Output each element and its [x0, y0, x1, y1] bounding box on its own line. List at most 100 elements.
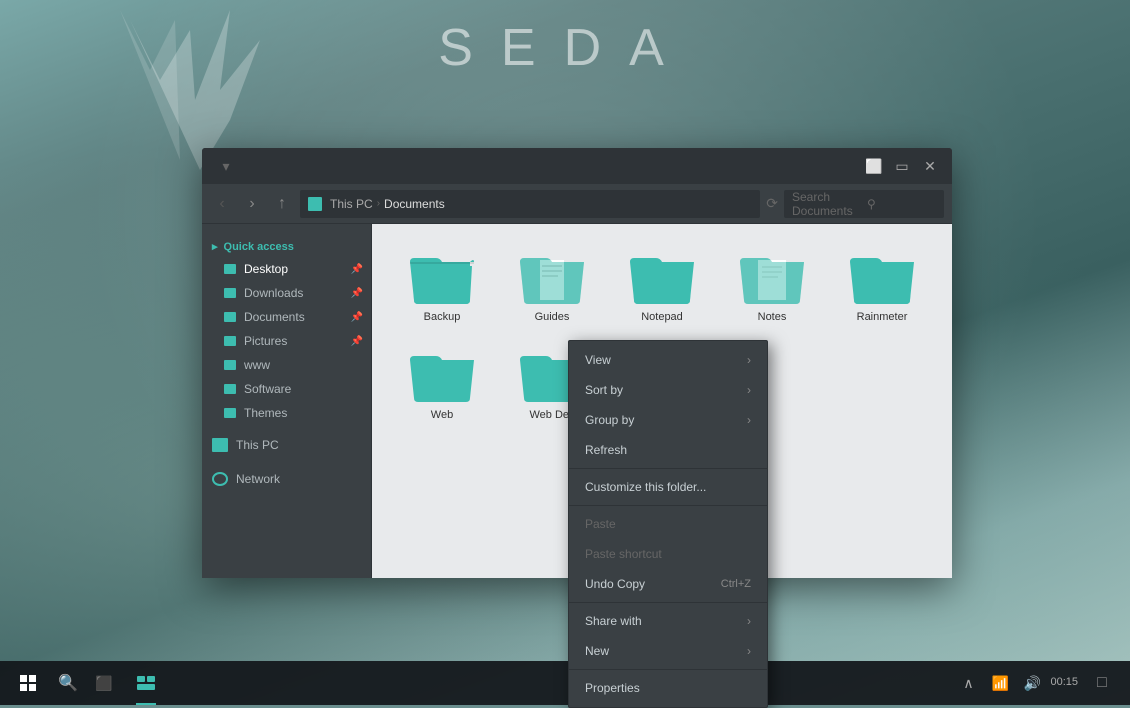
sidebar-network-icon	[212, 472, 228, 486]
maximize-button[interactable]: ⬜	[860, 152, 888, 180]
taskbar-apps	[122, 661, 954, 705]
ctx-view-arrow: ›	[747, 353, 751, 367]
folder-notes[interactable]: Notes	[722, 244, 822, 332]
breadcrumb-documents[interactable]: Documents	[384, 197, 445, 211]
tray-show-hidden[interactable]: ∧	[954, 661, 982, 705]
search-bar[interactable]: Search Documents ⚲	[784, 190, 944, 218]
folder-label-notes: Notes	[758, 310, 787, 324]
sidebar-item-thispc[interactable]: This PC	[202, 431, 371, 459]
sidebar-pin-downloads: 📌	[351, 288, 363, 299]
folder-guides[interactable]: Guides	[502, 244, 602, 332]
folder-web[interactable]: Web	[392, 342, 492, 445]
taskbar-taskview-button[interactable]: ⬛	[86, 661, 122, 705]
sidebar-folder-icon-software	[224, 384, 236, 394]
ctx-groupby-label: Group by	[585, 413, 634, 427]
ctx-sortby[interactable]: Sort by ›	[569, 375, 767, 405]
title-bar: ▾ ⬜ ▭ ✕	[202, 148, 952, 184]
ctx-customize-label: Customize this folder...	[585, 480, 706, 494]
ctx-share-with[interactable]: Share with ›	[569, 606, 767, 636]
ctx-undo-copy-shortcut: Ctrl+Z	[721, 578, 751, 590]
tray-time-value: 00:15	[1050, 675, 1078, 690]
folder-notepad[interactable]: Notepad	[612, 244, 712, 332]
ctx-properties[interactable]: Properties	[569, 673, 767, 703]
ctx-customize[interactable]: Customize this folder...	[569, 472, 767, 502]
tray-notification-button[interactable]: □	[1088, 661, 1116, 705]
ctx-new-arrow: ›	[747, 644, 751, 658]
back-button[interactable]: ‹	[210, 192, 234, 216]
ctx-properties-label: Properties	[585, 681, 640, 695]
title-bar-chevron: ▾	[214, 154, 238, 178]
folder-icon-web	[410, 350, 474, 402]
folder-label-web: Web	[431, 408, 453, 422]
ctx-new-label: New	[585, 644, 609, 658]
sidebar-item-network[interactable]: Network	[202, 465, 371, 493]
start-button[interactable]	[6, 661, 50, 705]
search-icon: ⚲	[867, 197, 936, 211]
ctx-groupby[interactable]: Group by ›	[569, 405, 767, 435]
sidebar-label-pictures: Pictures	[244, 334, 287, 348]
start-icon	[20, 675, 36, 691]
ctx-view[interactable]: View ›	[569, 345, 767, 375]
sidebar-item-downloads[interactable]: Downloads 📌	[202, 281, 371, 305]
context-menu: View › Sort by › Group by › Refresh Cust…	[568, 340, 768, 708]
ctx-divider-1	[569, 468, 767, 469]
sidebar-item-www[interactable]: www	[202, 353, 371, 377]
breadcrumb[interactable]: This PC › Documents	[300, 190, 760, 218]
taskbar-app-explorer[interactable]	[126, 661, 166, 705]
up-button[interactable]: ↑	[270, 192, 294, 216]
folder-icon-guides	[520, 252, 584, 304]
ctx-new[interactable]: New ›	[569, 636, 767, 666]
taskbar-tray: ∧ 📶 🔊 00:15 □	[954, 661, 1124, 705]
sidebar-item-desktop[interactable]: Desktop 📌	[202, 257, 371, 281]
restore-button[interactable]: ▭	[888, 152, 916, 180]
sidebar-label-www: www	[244, 358, 270, 372]
sidebar-item-software[interactable]: Software	[202, 377, 371, 401]
ctx-share-with-arrow: ›	[747, 614, 751, 628]
sidebar-label-desktop: Desktop	[244, 262, 288, 276]
ctx-view-label: View	[585, 353, 611, 367]
forward-button[interactable]: ›	[240, 192, 264, 216]
sidebar-pin-documents: 📌	[351, 312, 363, 323]
folder-label-notepad: Notepad	[641, 310, 683, 324]
ctx-paste-shortcut[interactable]: Paste shortcut	[569, 539, 767, 569]
tray-volume[interactable]: 🔊	[1018, 661, 1046, 705]
sidebar-item-themes[interactable]: Themes	[202, 401, 371, 425]
close-button[interactable]: ✕	[916, 152, 944, 180]
breadcrumb-folder-icon	[308, 197, 322, 211]
ctx-refresh-label: Refresh	[585, 443, 627, 457]
tray-network[interactable]: 📶	[986, 661, 1014, 705]
folder-rainmeter[interactable]: Rainmeter	[832, 244, 932, 332]
sidebar-thispc-icon	[212, 438, 228, 452]
folder-label-rainmeter: Rainmeter	[857, 310, 908, 324]
ctx-divider-2	[569, 505, 767, 506]
folder-label-backup: Backup	[424, 310, 461, 324]
address-refresh-icon[interactable]: ⟳	[766, 195, 778, 212]
ctx-undo-copy-label: Undo Copy	[585, 577, 645, 591]
sidebar-folder-icon-www	[224, 360, 236, 370]
sidebar-quick-access-chevron: ▸	[212, 240, 218, 253]
ctx-undo-copy[interactable]: Undo Copy Ctrl+Z	[569, 569, 767, 599]
breadcrumb-thispc[interactable]: This PC	[330, 197, 373, 211]
ctx-divider-4	[569, 669, 767, 670]
sidebar-thispc-label: This PC	[236, 438, 279, 452]
sidebar-label-software: Software	[244, 382, 291, 396]
sidebar-quick-access-section: ▸ Quick access Desktop 📌 Downloads 📌 Doc…	[202, 236, 371, 425]
ctx-share-with-label: Share with	[585, 614, 642, 628]
folder-backup[interactable]: Backup	[392, 244, 492, 332]
search-placeholder: Search Documents	[792, 190, 861, 218]
folder-label-guides: Guides	[535, 310, 570, 324]
ctx-paste[interactable]: Paste	[569, 509, 767, 539]
sidebar-folder-icon-pictures	[224, 336, 236, 346]
sidebar-quick-access-header[interactable]: ▸ Quick access	[202, 236, 371, 257]
taskbar-search-button[interactable]: 🔍	[50, 661, 86, 705]
sidebar-folder-icon-desktop	[224, 264, 236, 274]
sidebar-folder-icon-themes	[224, 408, 236, 418]
tray-clock[interactable]: 00:15	[1050, 675, 1084, 690]
sidebar-item-pictures[interactable]: Pictures 📌	[202, 329, 371, 353]
sidebar-item-documents[interactable]: Documents 📌	[202, 305, 371, 329]
ctx-sortby-arrow: ›	[747, 383, 751, 397]
ctx-refresh[interactable]: Refresh	[569, 435, 767, 465]
sidebar-folder-icon-documents	[224, 312, 236, 322]
sidebar-pin-desktop: 📌	[351, 264, 363, 275]
folder-icon-backup	[410, 252, 474, 304]
